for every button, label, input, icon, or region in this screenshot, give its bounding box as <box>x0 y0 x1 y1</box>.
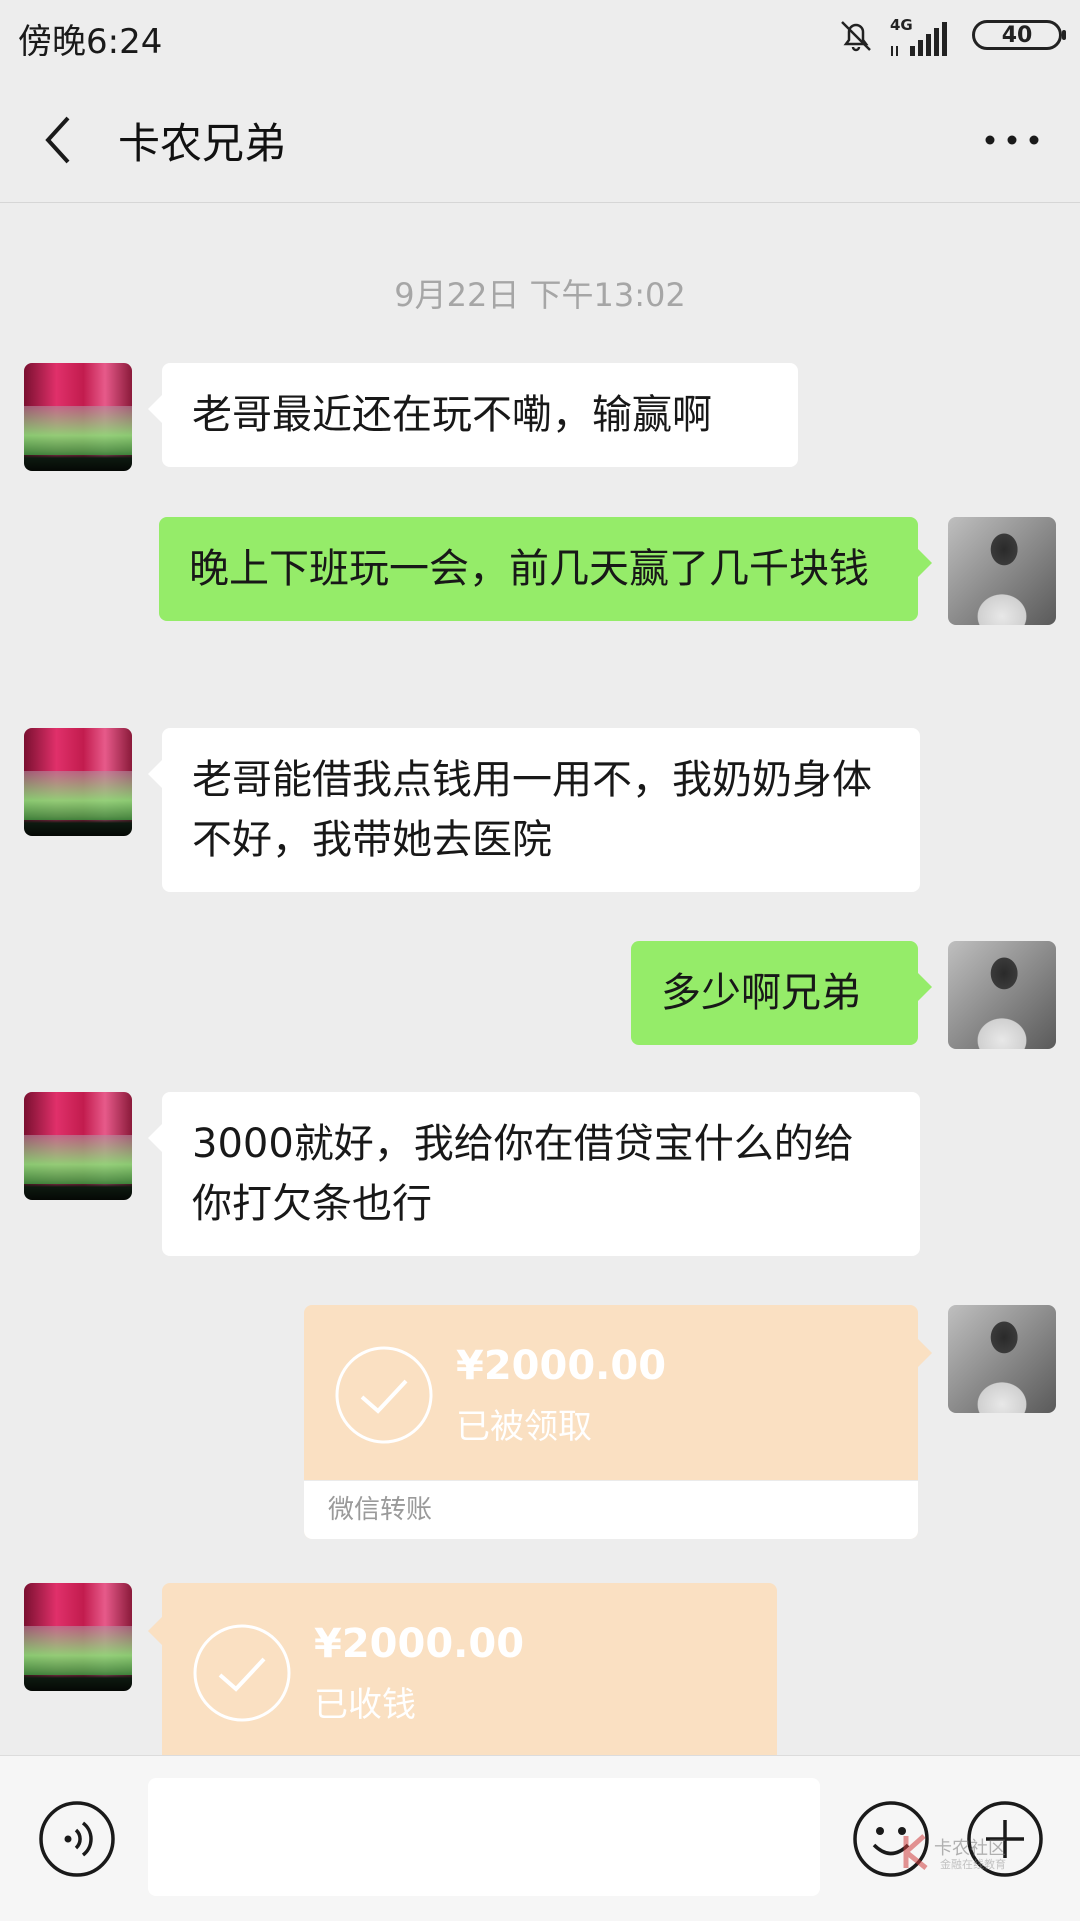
voice-input-icon[interactable] <box>38 1800 116 1878</box>
watermark-logo: 卡农社区 金融在线教育 <box>900 1832 1030 1876</box>
transfer-status: 已被领取 <box>456 1407 592 1447</box>
message-bubble-incoming[interactable]: 老哥最近还在玩不嘞，输赢啊 <box>148 363 798 467</box>
self-avatar[interactable] <box>948 517 1056 625</box>
message-timestamp: 9月22日 下午13:02 <box>394 276 686 314</box>
chat-title: 卡农兄弟 <box>118 119 287 168</box>
contact-avatar[interactable] <box>24 1092 132 1200</box>
check-circle-icon <box>335 1346 433 1444</box>
signal-icon: 4G <box>886 16 950 58</box>
contact-avatar[interactable] <box>24 728 132 836</box>
status-bar: 傍晚6:24 4G 40 <box>0 0 1080 76</box>
watermark-icon <box>903 1834 928 1870</box>
battery-indicator: 40 <box>972 20 1066 50</box>
status-icons: 4G 40 <box>802 16 1066 60</box>
transfer-amount: ¥2000.00 <box>456 1343 667 1389</box>
status-time: 傍晚6:24 <box>18 22 163 62</box>
back-arrow-icon[interactable] <box>40 112 80 168</box>
transfer-footer-label: 微信转账 <box>304 1480 918 1539</box>
transfer-amount: ¥2000.00 <box>314 1621 525 1667</box>
watermark-subtext: 金融在线教育 <box>940 1858 1006 1871</box>
message-text-input[interactable] <box>148 1778 820 1896</box>
more-options-icon[interactable] <box>982 128 1042 152</box>
message-bubble-outgoing[interactable]: 多少啊兄弟 <box>631 941 932 1045</box>
message-input-bar: 卡农社区 金融在线教育 <box>0 1755 1080 1921</box>
bell-muted-icon <box>841 21 871 52</box>
self-avatar[interactable] <box>948 941 1056 1049</box>
transfer-card[interactable]: ¥2000.00 已收钱 <box>148 1583 777 1755</box>
transfer-status: 已收钱 <box>314 1685 416 1725</box>
message-bubble-incoming[interactable]: 老哥能借我点钱用一用不，我奶奶身体不好，我带她去医院 <box>148 728 920 892</box>
check-circle-icon <box>193 1624 291 1722</box>
contact-avatar[interactable] <box>24 1583 132 1691</box>
chat-header: 卡农兄弟 <box>0 76 1080 203</box>
contact-avatar[interactable] <box>24 363 132 471</box>
message-bubble-incoming[interactable]: 3000就好，我给你在借贷宝什么的给你打欠条也行 <box>148 1092 920 1256</box>
message-bubble-outgoing[interactable]: 晚上下班玩一会，前几天赢了几千块钱 <box>159 517 932 621</box>
transfer-card[interactable]: ¥2000.00 已被领取 微信转账 <box>304 1305 932 1539</box>
self-avatar[interactable] <box>948 1305 1056 1413</box>
